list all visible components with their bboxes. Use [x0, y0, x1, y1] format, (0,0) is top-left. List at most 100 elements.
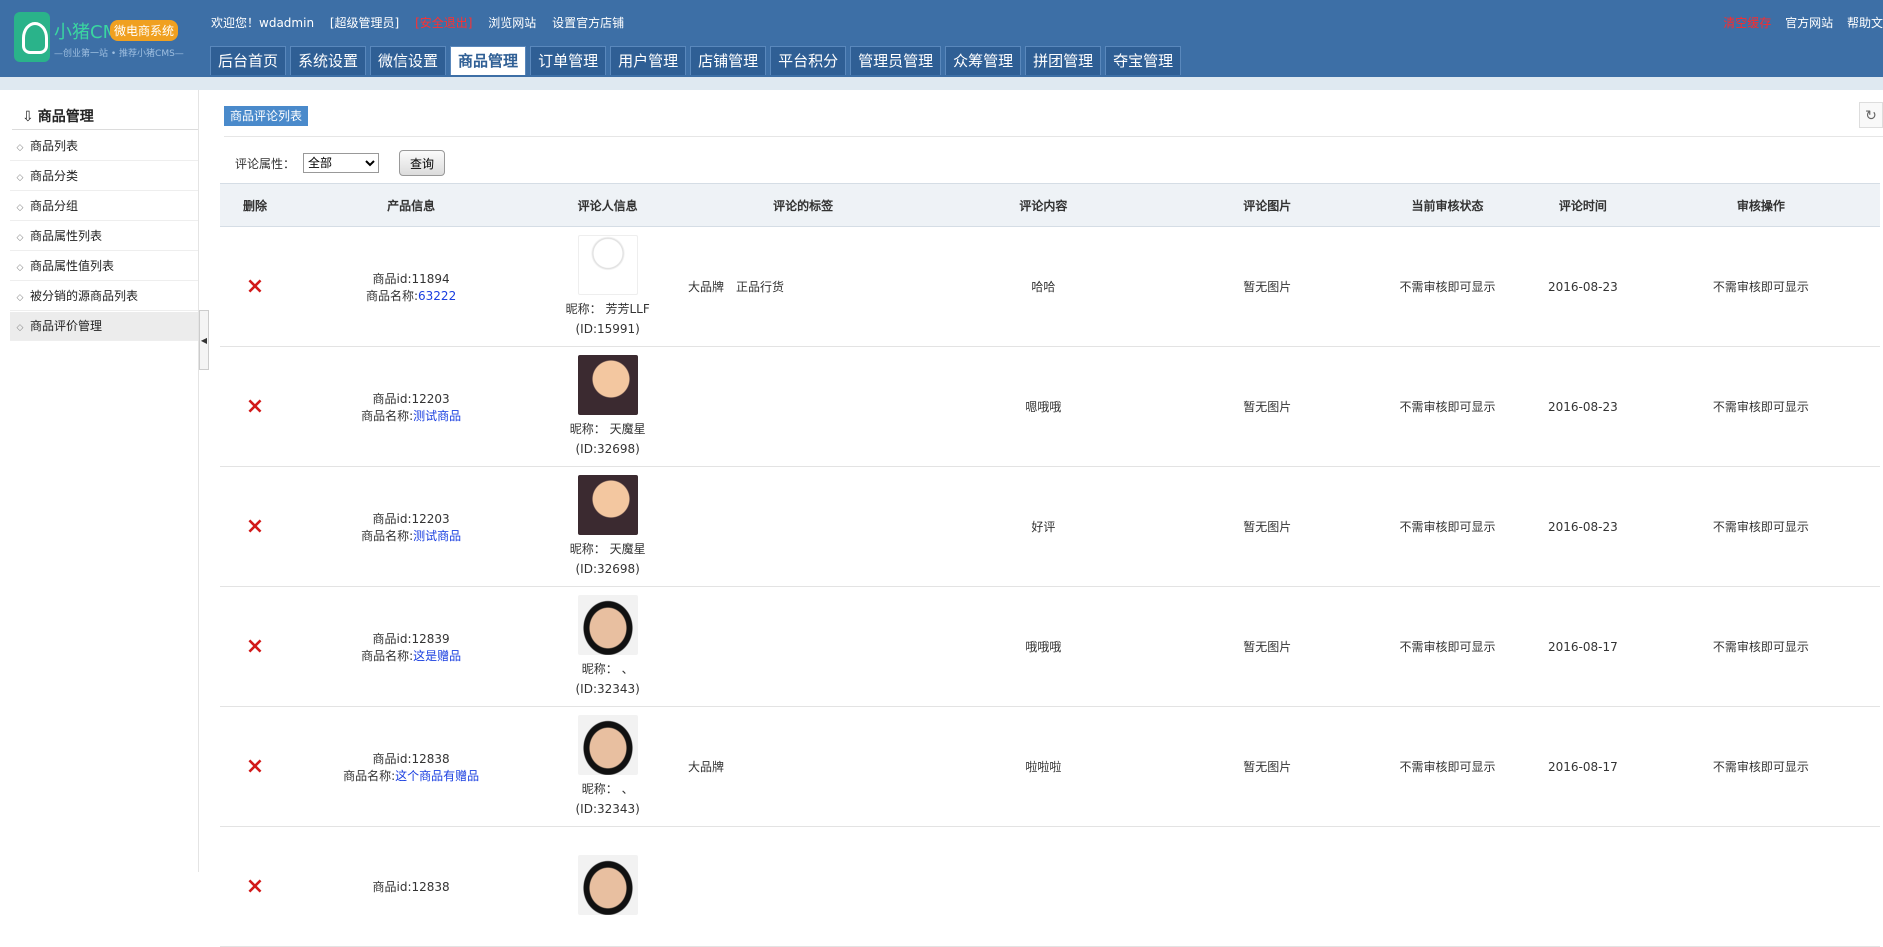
pig-logo-icon — [14, 12, 50, 62]
browse-site-link[interactable]: 浏览网站 — [488, 16, 536, 30]
product-name-label: 商品名称: — [361, 528, 414, 543]
sidebar-item-distributed-source[interactable]: ◇ 被分销的源商品列表 — [10, 282, 198, 311]
reviewer-nick-line: 昵称： 、 — [532, 779, 683, 799]
tab-platform-points[interactable]: 平台积分 — [770, 46, 847, 75]
delete-cell: × — [220, 706, 290, 827]
avatar — [577, 354, 638, 415]
collapse-sidebar-icon[interactable]: ◀ — [199, 310, 209, 370]
divider — [224, 136, 1883, 137]
logo[interactable]: 小猪CMS 微电商系统 —创业第一站 • 推荐小猪CMS— — [14, 12, 184, 64]
tab-treasure[interactable]: 夺宝管理 — [1105, 46, 1182, 75]
review-action: 不需审核即可显示 — [1641, 466, 1880, 587]
filter-label: 评论属性： — [235, 156, 296, 171]
table-body: × 商品id:11894 商品名称:63222 昵称： 芳芳LLF (ID:15991)… — [220, 226, 1880, 947]
delete-cell: × — [220, 466, 290, 587]
sidebar-item-product-list[interactable]: ◇ 商品列表 — [10, 132, 198, 161]
product-info-cell: 商品id:12838 商品名称:这个商品有赠品 — [289, 706, 533, 827]
reviewer-nickname: 、 — [621, 661, 634, 676]
delete-icon[interactable]: × — [246, 514, 264, 539]
nick-label: 昵称： — [581, 661, 618, 676]
review-content: 好评 — [923, 466, 1164, 587]
tab-home[interactable]: 后台首页 — [210, 46, 287, 75]
product-info-cell: 商品id:12203 商品名称:测试商品 — [289, 346, 533, 467]
sidebar-item-attribute-value-list[interactable]: ◇ 商品属性值列表 — [10, 252, 198, 281]
avatar — [577, 594, 638, 655]
col-review-status: 当前审核状态 — [1371, 183, 1524, 227]
review-image: 暂无图片 — [1163, 586, 1372, 707]
col-review-content: 评论内容 — [923, 183, 1164, 227]
tab-product-management[interactable]: 商品管理 — [450, 46, 527, 75]
query-button[interactable]: 查询 — [399, 150, 446, 176]
review-content: 哦哦哦 — [923, 586, 1164, 707]
product-id-label: 商品id: — [372, 391, 412, 406]
review-content: 嗯哦哦 — [923, 346, 1164, 467]
tab-order-management[interactable]: 订单管理 — [530, 46, 607, 75]
tab-group-buy[interactable]: 拼团管理 — [1025, 46, 1102, 75]
tab-admin-management[interactable]: 管理员管理 — [850, 46, 942, 75]
help-link[interactable]: 帮助文 — [1847, 16, 1883, 30]
bullet-icon: ◇ — [16, 143, 24, 153]
review-tags — [683, 346, 924, 467]
product-id: 12203 — [411, 511, 450, 526]
review-tags — [683, 586, 924, 707]
review-content — [923, 826, 1164, 947]
tab-user-management[interactable]: 用户管理 — [610, 46, 687, 75]
product-id: 11894 — [411, 271, 450, 286]
sidebar-item-review-management[interactable]: ◇ 商品评价管理 — [10, 312, 198, 341]
product-name-link[interactable]: 这是赠品 — [413, 649, 461, 663]
review-time: 2016-08-17 — [1523, 586, 1642, 707]
breadcrumb: 商品评论列表 — [224, 106, 309, 126]
delete-cell: × — [220, 826, 290, 947]
review-status: 不需审核即可显示 — [1371, 346, 1524, 467]
delete-icon[interactable]: × — [246, 874, 264, 899]
sidebar-title-label: 商品管理 — [37, 109, 94, 125]
bullet-icon: ◇ — [16, 203, 24, 213]
bullet-icon: ◇ — [16, 293, 24, 303]
col-reviewer-info: 评论人信息 — [532, 183, 684, 227]
username: wdadmin — [259, 16, 315, 30]
product-name-link[interactable]: 63222 — [418, 289, 456, 303]
product-name-link[interactable]: 测试商品 — [413, 409, 461, 423]
official-site-link[interactable]: 官方网站 — [1785, 16, 1833, 30]
download-arrow-icon: ⇩ — [22, 109, 34, 125]
delete-icon[interactable]: × — [246, 394, 264, 419]
sidebar-item-product-group[interactable]: ◇ 商品分组 — [10, 192, 198, 221]
reviewer-id: (ID:32698) — [575, 561, 640, 576]
review-image: 暂无图片 — [1163, 346, 1372, 467]
tab-store-management[interactable]: 店铺管理 — [690, 46, 767, 75]
delete-icon[interactable]: × — [246, 634, 264, 659]
reviewer-nickname: 天魔星 — [609, 541, 646, 556]
review-tags — [683, 466, 924, 587]
sidebar-item-label: 商品列表 — [30, 139, 79, 153]
review-action: 不需审核即可显示 — [1641, 346, 1880, 467]
product-name-link[interactable]: 这个商品有赠品 — [395, 769, 479, 783]
sidebar-item-attribute-list[interactable]: ◇ 商品属性列表 — [10, 222, 198, 251]
product-id-line: 商品id:12838 — [290, 878, 532, 895]
review-image — [1163, 826, 1372, 947]
delete-icon[interactable]: × — [246, 754, 264, 779]
refresh-icon[interactable]: ↻ — [1859, 102, 1883, 128]
product-id: 12839 — [411, 631, 450, 646]
product-name-line: 商品名称:这是赠品 — [290, 647, 532, 664]
product-name-line: 商品名称:测试商品 — [290, 527, 532, 544]
tab-system-settings[interactable]: 系统设置 — [290, 46, 367, 75]
clear-cache-link[interactable]: 清空缓存 — [1723, 16, 1771, 30]
sidebar-item-label: 商品属性列表 — [30, 229, 103, 243]
logo-slogan: —创业第一站 • 推荐小猪CMS— — [54, 49, 184, 59]
review-attribute-select[interactable]: 全部 — [303, 153, 380, 173]
reviewer-cell: 昵称： 天魔星 (ID:32698) — [532, 466, 684, 587]
sidebar-item-label: 商品评价管理 — [30, 319, 103, 333]
review-status: 不需审核即可显示 — [1371, 226, 1524, 347]
tab-wechat-settings[interactable]: 微信设置 — [370, 46, 447, 75]
product-name-link[interactable]: 测试商品 — [413, 529, 461, 543]
delete-icon[interactable]: × — [246, 274, 264, 299]
nick-label: 昵称： — [569, 541, 606, 556]
set-official-store-link[interactable]: 设置官方店铺 — [552, 16, 624, 30]
avatar — [577, 234, 638, 295]
tab-crowdfunding[interactable]: 众筹管理 — [945, 46, 1022, 75]
logout-link[interactable]: [安全退出] — [415, 16, 472, 30]
sidebar-item-product-category[interactable]: ◇ 商品分类 — [10, 162, 198, 191]
top-links: 欢迎您！wdadmin [超级管理员] [安全退出] 浏览网站 设置官方店铺 — [211, 14, 636, 31]
reviewer-id: (ID:32698) — [575, 441, 640, 456]
reviewer-nickname: 芳芳LLF — [605, 301, 650, 316]
